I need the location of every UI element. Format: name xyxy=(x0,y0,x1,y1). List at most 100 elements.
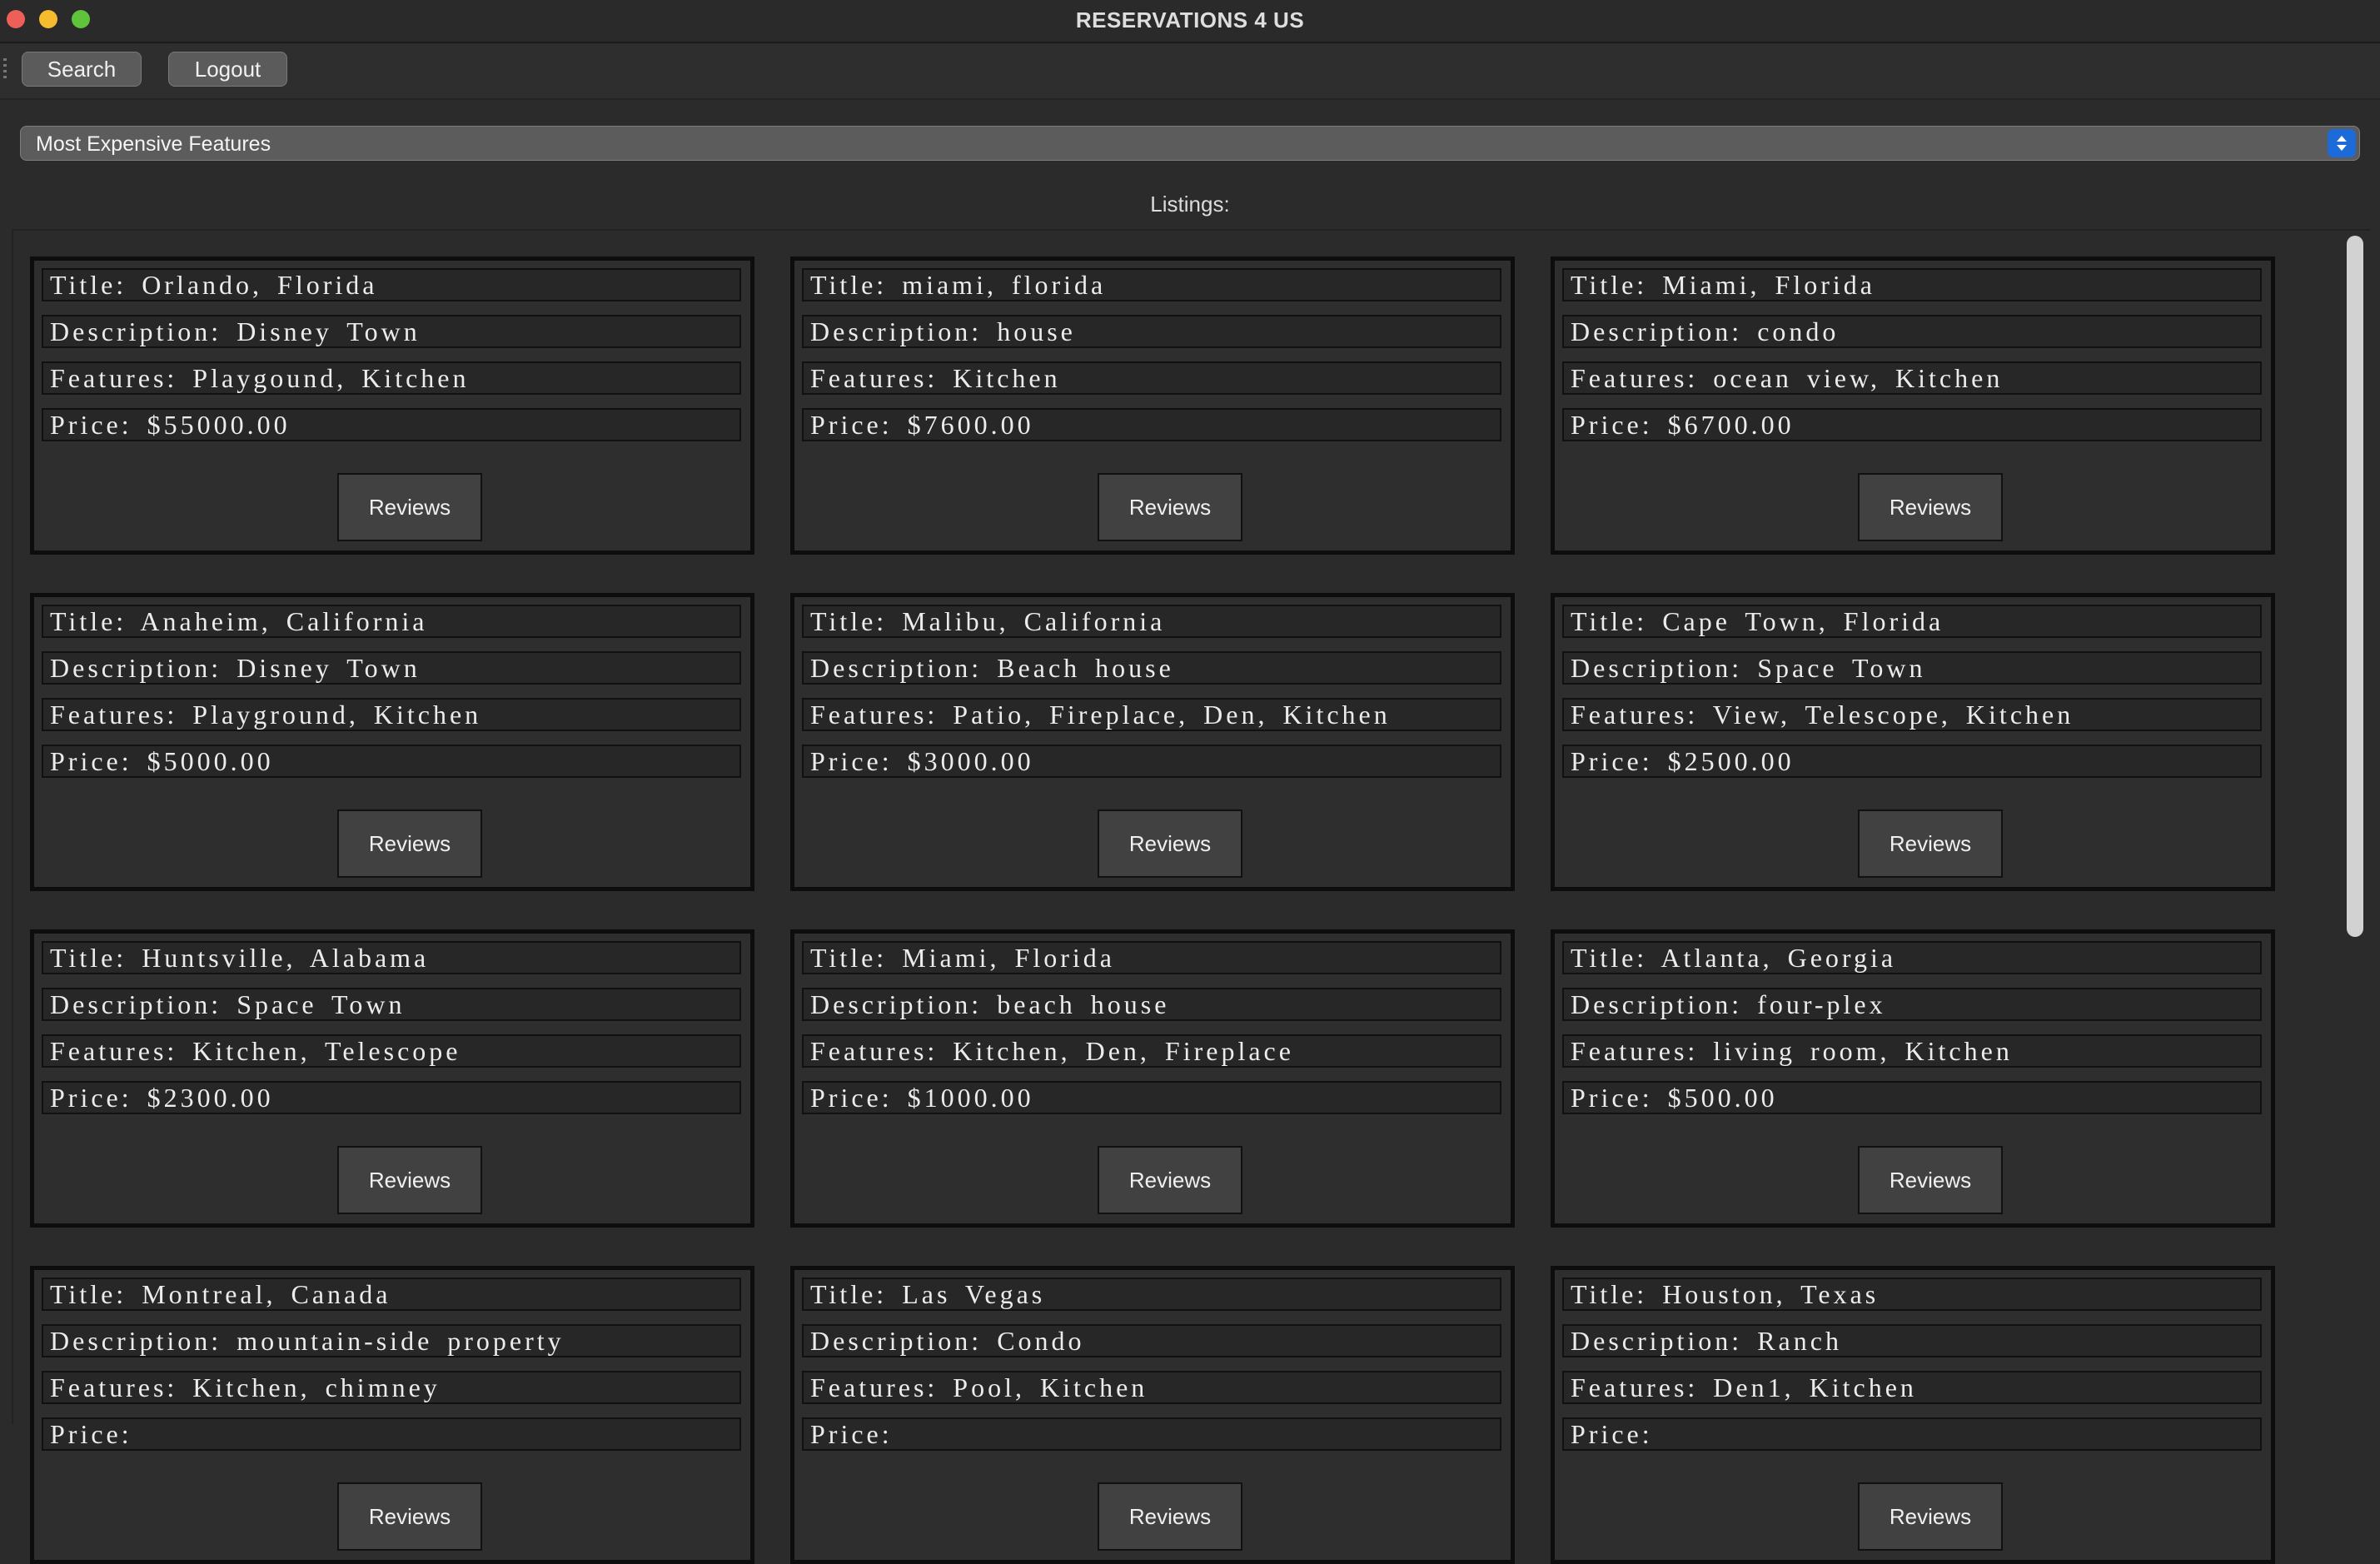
listing-description-value: Beach house xyxy=(997,653,1174,683)
listing-description-value: beach house xyxy=(997,989,1170,1019)
listing-features-label: Features: xyxy=(1571,363,1714,393)
listing-price-label: Price: xyxy=(1571,746,1668,776)
listing-title: Title: Atlanta, Georgia xyxy=(1562,941,2262,974)
listing-price-value: $6700.00 xyxy=(1667,410,1795,440)
reviews-button[interactable]: Reviews xyxy=(1098,809,1242,878)
listing-description-label: Description: xyxy=(1571,653,1758,683)
listing-features: Features: Pool, Kitchen xyxy=(802,1371,1501,1404)
listing-price-label: Price: xyxy=(810,1083,908,1113)
reviews-button[interactable]: Reviews xyxy=(1098,1482,1242,1551)
up-down-chevron-icon[interactable] xyxy=(2328,129,2356,157)
listing-price-value: $5000.00 xyxy=(147,746,274,776)
listing-card: Title: Montreal, Canada Description: moun… xyxy=(30,1266,754,1564)
listing-features-label: Features: xyxy=(810,700,953,730)
listing-title-value: Miami, Florida xyxy=(1662,270,1875,300)
listing-card: Title: Orlando, Florida Description: Disn… xyxy=(30,257,754,555)
listing-description: Description: Ranch xyxy=(1562,1324,2262,1357)
listing-features: Features: Playground, Kitchen xyxy=(42,698,741,731)
listing-description-label: Description: xyxy=(810,316,998,346)
listing-features-label: Features: xyxy=(50,363,193,393)
listing-title-label: Title: xyxy=(810,270,903,300)
listing-description-value: Space Town xyxy=(237,989,406,1019)
listing-features-value: View, Telescope, Kitchen xyxy=(1712,700,2074,730)
listing-description-value: Space Town xyxy=(1757,653,1926,683)
listing-features-label: Features: xyxy=(1571,1036,1714,1066)
reviews-button[interactable]: Reviews xyxy=(1098,1146,1242,1214)
listing-description: Description: house xyxy=(802,315,1501,348)
listing-title-value: Cape Town, Florida xyxy=(1662,606,1944,636)
search-button[interactable]: Search xyxy=(22,52,142,87)
listing-card: Title: Malibu, California Description: Be… xyxy=(790,593,1515,891)
reviews-button[interactable]: Reviews xyxy=(1098,473,1242,541)
listing-title: Title: Cape Town, Florida xyxy=(1562,605,2262,638)
listing-description-label: Description: xyxy=(50,653,237,683)
listing-price: Price: $7600.00 xyxy=(802,408,1501,441)
sort-select-value: Most Expensive Features xyxy=(36,132,271,156)
listing-description-label: Description: xyxy=(810,653,998,683)
vertical-scrollbar[interactable] xyxy=(2347,236,2363,937)
toolbar-grip-handle[interactable] xyxy=(3,58,7,82)
listing-title-value: miami, florida xyxy=(902,270,1107,300)
listing-price-label: Price: xyxy=(50,746,147,776)
listing-price-value: $2500.00 xyxy=(1667,746,1795,776)
listing-price: Price: $500.00 xyxy=(1562,1081,2262,1114)
listing-title-value: Atlanta, Georgia xyxy=(1661,943,1897,973)
listing-price: Price: xyxy=(802,1417,1501,1451)
listing-features-value: Kitchen, Den, Fireplace xyxy=(953,1036,1294,1066)
reviews-button[interactable]: Reviews xyxy=(1858,1146,2003,1214)
sort-select[interactable]: Most Expensive Features xyxy=(20,126,2360,161)
listing-description-label: Description: xyxy=(50,316,237,346)
listing-title: Title: Miami, Florida xyxy=(802,941,1501,974)
listing-card: Title: Anaheim, California Description: D… xyxy=(30,593,754,891)
listing-price-value: $3000.00 xyxy=(907,746,1034,776)
listing-features: Features: Patio, Fireplace, Den, Kitchen xyxy=(802,698,1501,731)
listing-description-label: Description: xyxy=(50,989,237,1019)
listing-price-label: Price: xyxy=(1571,410,1668,440)
listing-title-label: Title: xyxy=(1571,270,1663,300)
reviews-button[interactable]: Reviews xyxy=(1858,1482,2003,1551)
reviews-button[interactable]: Reviews xyxy=(1858,809,2003,878)
reviews-button[interactable]: Reviews xyxy=(337,473,482,541)
listing-features-label: Features: xyxy=(50,700,193,730)
listings-grid: Title: Orlando, Florida Description: Disn… xyxy=(30,257,2275,1564)
listing-description-value: Disney Town xyxy=(237,653,421,683)
listing-title-value: Montreal, Canada xyxy=(142,1279,391,1309)
listing-features-label: Features: xyxy=(1571,1372,1714,1402)
listing-title-value: Las Vegas xyxy=(902,1279,1046,1309)
reviews-button[interactable]: Reviews xyxy=(337,809,482,878)
listing-title-value: Malibu, California xyxy=(902,606,1166,636)
listing-title-label: Title: xyxy=(1571,606,1663,636)
listing-title: Title: Anaheim, California xyxy=(42,605,741,638)
listing-description-value: mountain-side property xyxy=(237,1326,565,1356)
listing-features-value: Playground, Kitchen xyxy=(192,700,482,730)
listing-price-value: $7600.00 xyxy=(907,410,1034,440)
listing-card: Title: Miami, Florida Description: beach … xyxy=(790,929,1515,1228)
listing-features: Features: View, Telescope, Kitchen xyxy=(1562,698,2262,731)
listing-title: Title: Malibu, California xyxy=(802,605,1501,638)
reviews-button[interactable]: Reviews xyxy=(337,1482,482,1551)
listing-price: Price: $3000.00 xyxy=(802,745,1501,778)
listing-title: Title: Orlando, Florida xyxy=(42,268,741,301)
listing-title-label: Title: xyxy=(50,606,141,636)
listing-price-label: Price: xyxy=(1571,1083,1668,1113)
listing-features-label: Features: xyxy=(810,1036,953,1066)
listing-title-label: Title: xyxy=(810,943,903,973)
listing-features: Features: ocean view, Kitchen xyxy=(1562,361,2262,395)
listing-title-value: Anaheim, California xyxy=(140,606,428,636)
listing-features-value: Kitchen xyxy=(953,363,1061,393)
reviews-button[interactable]: Reviews xyxy=(1858,473,2003,541)
listing-description-value: condo xyxy=(1757,316,1840,346)
listing-description: Description: Space Town xyxy=(1562,651,2262,685)
listing-description-label: Description: xyxy=(1571,316,1758,346)
reviews-button[interactable]: Reviews xyxy=(337,1146,482,1214)
listing-price-value: $55000.00 xyxy=(147,410,291,440)
title-bar: RESERVATIONS 4 US xyxy=(0,0,2380,43)
listing-price: Price: $55000.00 xyxy=(42,408,741,441)
listing-description-label: Description: xyxy=(1571,989,1758,1019)
listing-card: Title: Las Vegas Description: Condo Featur… xyxy=(790,1266,1515,1564)
listing-description-label: Description: xyxy=(50,1326,237,1356)
logout-button[interactable]: Logout xyxy=(168,52,287,87)
listing-description: Description: beach house xyxy=(802,988,1501,1021)
listing-price: Price: $2300.00 xyxy=(42,1081,741,1114)
listing-features: Features: Kitchen, Telescope xyxy=(42,1034,741,1068)
